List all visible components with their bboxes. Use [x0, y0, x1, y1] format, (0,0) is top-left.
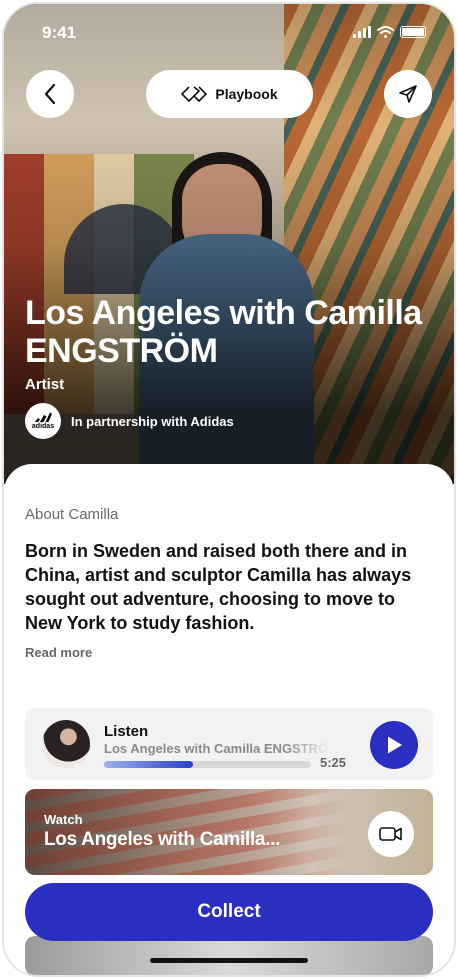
collect-button[interactable]: Collect [25, 883, 433, 941]
send-icon [399, 85, 417, 103]
about-label: About Camilla [25, 506, 119, 523]
adidas-logo: adidas [25, 403, 61, 439]
status-icons [353, 26, 426, 38]
adidas-stripes-icon [35, 412, 52, 422]
about-text: Born in Sweden and raised both there and… [25, 541, 412, 633]
next-card-peek [25, 936, 433, 975]
watch-label: Watch [44, 812, 83, 827]
home-indicator [150, 958, 308, 963]
partner-text: In partnership with Adidas [71, 413, 234, 429]
listen-progress-fill [104, 761, 193, 768]
chevron-left-icon [44, 83, 56, 105]
hero-role: Artist [25, 376, 65, 393]
play-button[interactable] [370, 721, 418, 769]
back-button[interactable] [26, 70, 74, 118]
wifi-icon [377, 26, 394, 38]
listen-progress-track[interactable] [104, 761, 311, 768]
share-button[interactable] [384, 70, 432, 118]
partner-row: adidas In partnership with Adidas [25, 403, 234, 439]
watch-title: Los Angeles with Camilla... [44, 829, 281, 850]
phone-screen: 9:41 Playbook Los Angeles with Camilla E… [4, 4, 454, 975]
playbook-label: Playbook [215, 86, 278, 102]
status-bar: 9:41 [4, 4, 454, 58]
listen-subtitle: Los Angeles with Camilla ENGSTRÖM [104, 741, 330, 756]
playbook-button[interactable]: Playbook [146, 70, 313, 118]
listen-title: Listen [104, 723, 149, 740]
partner-logo-text: adidas [31, 423, 55, 430]
signal-icon [353, 26, 371, 38]
listen-card[interactable]: Listen Los Angeles with Camilla ENGSTRÖM… [25, 708, 433, 780]
listen-duration: 5:25 [320, 755, 347, 770]
play-icon [388, 736, 402, 754]
read-more-link[interactable]: Read more [25, 645, 92, 660]
video-camera-icon [379, 827, 402, 841]
hero-title: Los Angeles with Camilla ENGSTRÖM [25, 294, 422, 370]
diamond-arrows-icon [181, 86, 208, 102]
avatar [42, 720, 90, 768]
status-time: 9:41 [42, 23, 77, 42]
watch-card[interactable]: Watch Los Angeles with Camilla... [25, 789, 433, 875]
battery-icon [400, 26, 426, 38]
video-button[interactable] [368, 811, 414, 857]
